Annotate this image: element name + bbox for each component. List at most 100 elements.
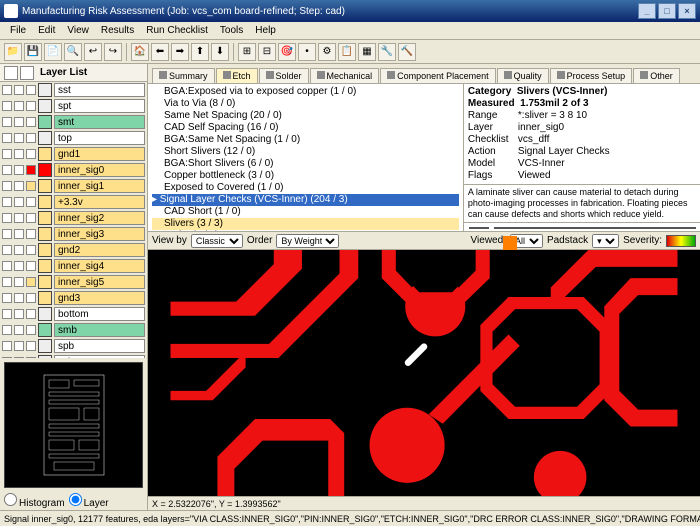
layer-header-icon[interactable] [20, 66, 34, 80]
toolbar-button[interactable]: ▦ [358, 43, 376, 61]
layer-row[interactable]: inner_sig0 [0, 162, 147, 178]
menu-results[interactable]: Results [95, 25, 140, 36]
tree-node[interactable]: Stubs (2 / 0) [152, 230, 459, 231]
layer-row[interactable]: ssb [0, 354, 147, 358]
tree-node[interactable]: Slivers (3 / 3) [152, 218, 459, 230]
layer-name[interactable]: inner_sig2 [54, 211, 145, 225]
menu-help[interactable]: Help [249, 25, 282, 36]
layer-checkbox2[interactable] [14, 229, 24, 239]
layer-row[interactable]: gnd1 [0, 146, 147, 162]
layer-checkbox[interactable] [2, 213, 12, 223]
close-button[interactable]: × [678, 3, 696, 19]
layer-swatch-icon[interactable] [38, 179, 52, 193]
layer-name[interactable]: gnd1 [54, 147, 145, 161]
layer-header-icon[interactable] [4, 66, 18, 80]
layer-checkbox2[interactable] [14, 181, 24, 191]
layer-row[interactable]: inner_sig5 [0, 274, 147, 290]
layer-swatch-icon[interactable] [38, 195, 52, 209]
toolbar-button[interactable]: ⚙ [318, 43, 336, 61]
toolbar-button[interactable]: 🔨 [398, 43, 416, 61]
layer-checkbox[interactable] [2, 133, 12, 143]
tab-component-placement[interactable]: Component Placement [380, 68, 496, 83]
layer-checkbox[interactable] [2, 117, 12, 127]
layer-swatch-icon[interactable] [38, 323, 52, 337]
tree-node[interactable]: Short Slivers (12 / 0) [152, 146, 459, 158]
layer-row[interactable]: smt [0, 114, 147, 130]
layer-checkbox[interactable] [2, 181, 12, 191]
layer-checkbox2[interactable] [14, 117, 24, 127]
tab-other[interactable]: Other [633, 68, 680, 83]
layer-row[interactable]: inner_sig1 [0, 178, 147, 194]
toolbar-button[interactable]: 🔍 [64, 43, 82, 61]
layer-swatch-icon[interactable] [38, 131, 52, 145]
layer-checkbox[interactable] [2, 101, 12, 111]
layer-checkbox[interactable] [2, 309, 12, 319]
layer-checkbox[interactable] [2, 245, 12, 255]
layer-swatch-icon[interactable] [38, 211, 52, 225]
layer-name[interactable]: gnd3 [54, 291, 145, 305]
layer-row[interactable]: smb [0, 322, 147, 338]
toolbar-button[interactable]: 🎯 [278, 43, 296, 61]
toolbar-button[interactable]: ↪ [104, 43, 122, 61]
layer-name[interactable]: smb [54, 323, 145, 337]
layer-swatch-icon[interactable] [38, 227, 52, 241]
layer-name[interactable]: +3.3v [54, 195, 145, 209]
layer-checkbox[interactable] [2, 325, 12, 335]
layer-row[interactable]: inner_sig2 [0, 210, 147, 226]
toolbar-button[interactable]: 💾 [24, 43, 42, 61]
detail-zoom-view[interactable] [494, 227, 696, 229]
layer-swatch-icon[interactable] [38, 339, 52, 353]
layer-row[interactable]: gnd2 [0, 242, 147, 258]
toolbar-button[interactable]: ➡ [171, 43, 189, 61]
toolbar-button[interactable]: 🏠 [131, 43, 149, 61]
layer-swatch-icon[interactable] [38, 115, 52, 129]
maximize-button[interactable]: □ [658, 3, 676, 19]
layer-name[interactable]: bottom [54, 307, 145, 321]
menu-view[interactable]: View [61, 25, 95, 36]
layer-swatch-icon[interactable] [38, 243, 52, 257]
tree-node[interactable]: Exposed to Covered (1 / 0) [152, 182, 459, 194]
toolbar-button[interactable]: ⬅ [151, 43, 169, 61]
toolbar-button[interactable]: ↩ [84, 43, 102, 61]
layer-name[interactable]: spt [54, 99, 145, 113]
toolbar-button[interactable]: 📄 [44, 43, 62, 61]
radio-histogram[interactable]: Histogram [4, 493, 65, 509]
layer-checkbox[interactable] [2, 341, 12, 351]
tab-summary[interactable]: Summary [152, 68, 215, 83]
layer-row[interactable]: top [0, 130, 147, 146]
tree-node[interactable]: ▸ Signal Layer Checks (VCS-Inner) (204 /… [152, 194, 459, 206]
menu-file[interactable]: File [4, 25, 32, 36]
layer-row[interactable]: +3.3v [0, 194, 147, 210]
layer-checkbox2[interactable] [14, 341, 24, 351]
layer-name[interactable]: inner_sig5 [54, 275, 145, 289]
layer-swatch-icon[interactable] [38, 275, 52, 289]
layer-name[interactable]: sst [54, 83, 145, 97]
layer-name[interactable]: smt [54, 115, 145, 129]
layer-row[interactable]: spb [0, 338, 147, 354]
toolbar-button[interactable]: ⬇ [211, 43, 229, 61]
toolbar-button[interactable]: ⊞ [238, 43, 256, 61]
layer-checkbox2[interactable] [14, 165, 24, 175]
tab-mechanical[interactable]: Mechanical [310, 68, 380, 83]
layer-name[interactable]: inner_sig0 [54, 163, 145, 177]
tree-node[interactable]: Via to Via (8 / 0) [152, 98, 459, 110]
toolbar-button[interactable]: ⬆ [191, 43, 209, 61]
tree-node[interactable]: Same Net Spacing (20 / 0) [152, 110, 459, 122]
layer-checkbox[interactable] [2, 149, 12, 159]
layer-row[interactable]: bottom [0, 306, 147, 322]
tab-process-setup[interactable]: Process Setup [550, 68, 633, 83]
toolbar-button[interactable]: • [298, 43, 316, 61]
layer-name[interactable]: inner_sig1 [54, 179, 145, 193]
severity-icon[interactable] [666, 235, 696, 247]
layer-checkbox[interactable] [2, 277, 12, 287]
layer-checkbox2[interactable] [14, 85, 24, 95]
layer-swatch-icon[interactable] [38, 291, 52, 305]
toolbar-button[interactable]: 🔧 [378, 43, 396, 61]
layer-swatch-icon[interactable] [38, 259, 52, 273]
order-select[interactable]: By Weight [276, 234, 339, 248]
layer-checkbox[interactable] [2, 197, 12, 207]
tree-node[interactable]: Copper bottleneck (3 / 0) [152, 170, 459, 182]
layer-swatch-icon[interactable] [38, 307, 52, 321]
layer-checkbox2[interactable] [14, 213, 24, 223]
tab-solder[interactable]: Solder [259, 68, 309, 83]
